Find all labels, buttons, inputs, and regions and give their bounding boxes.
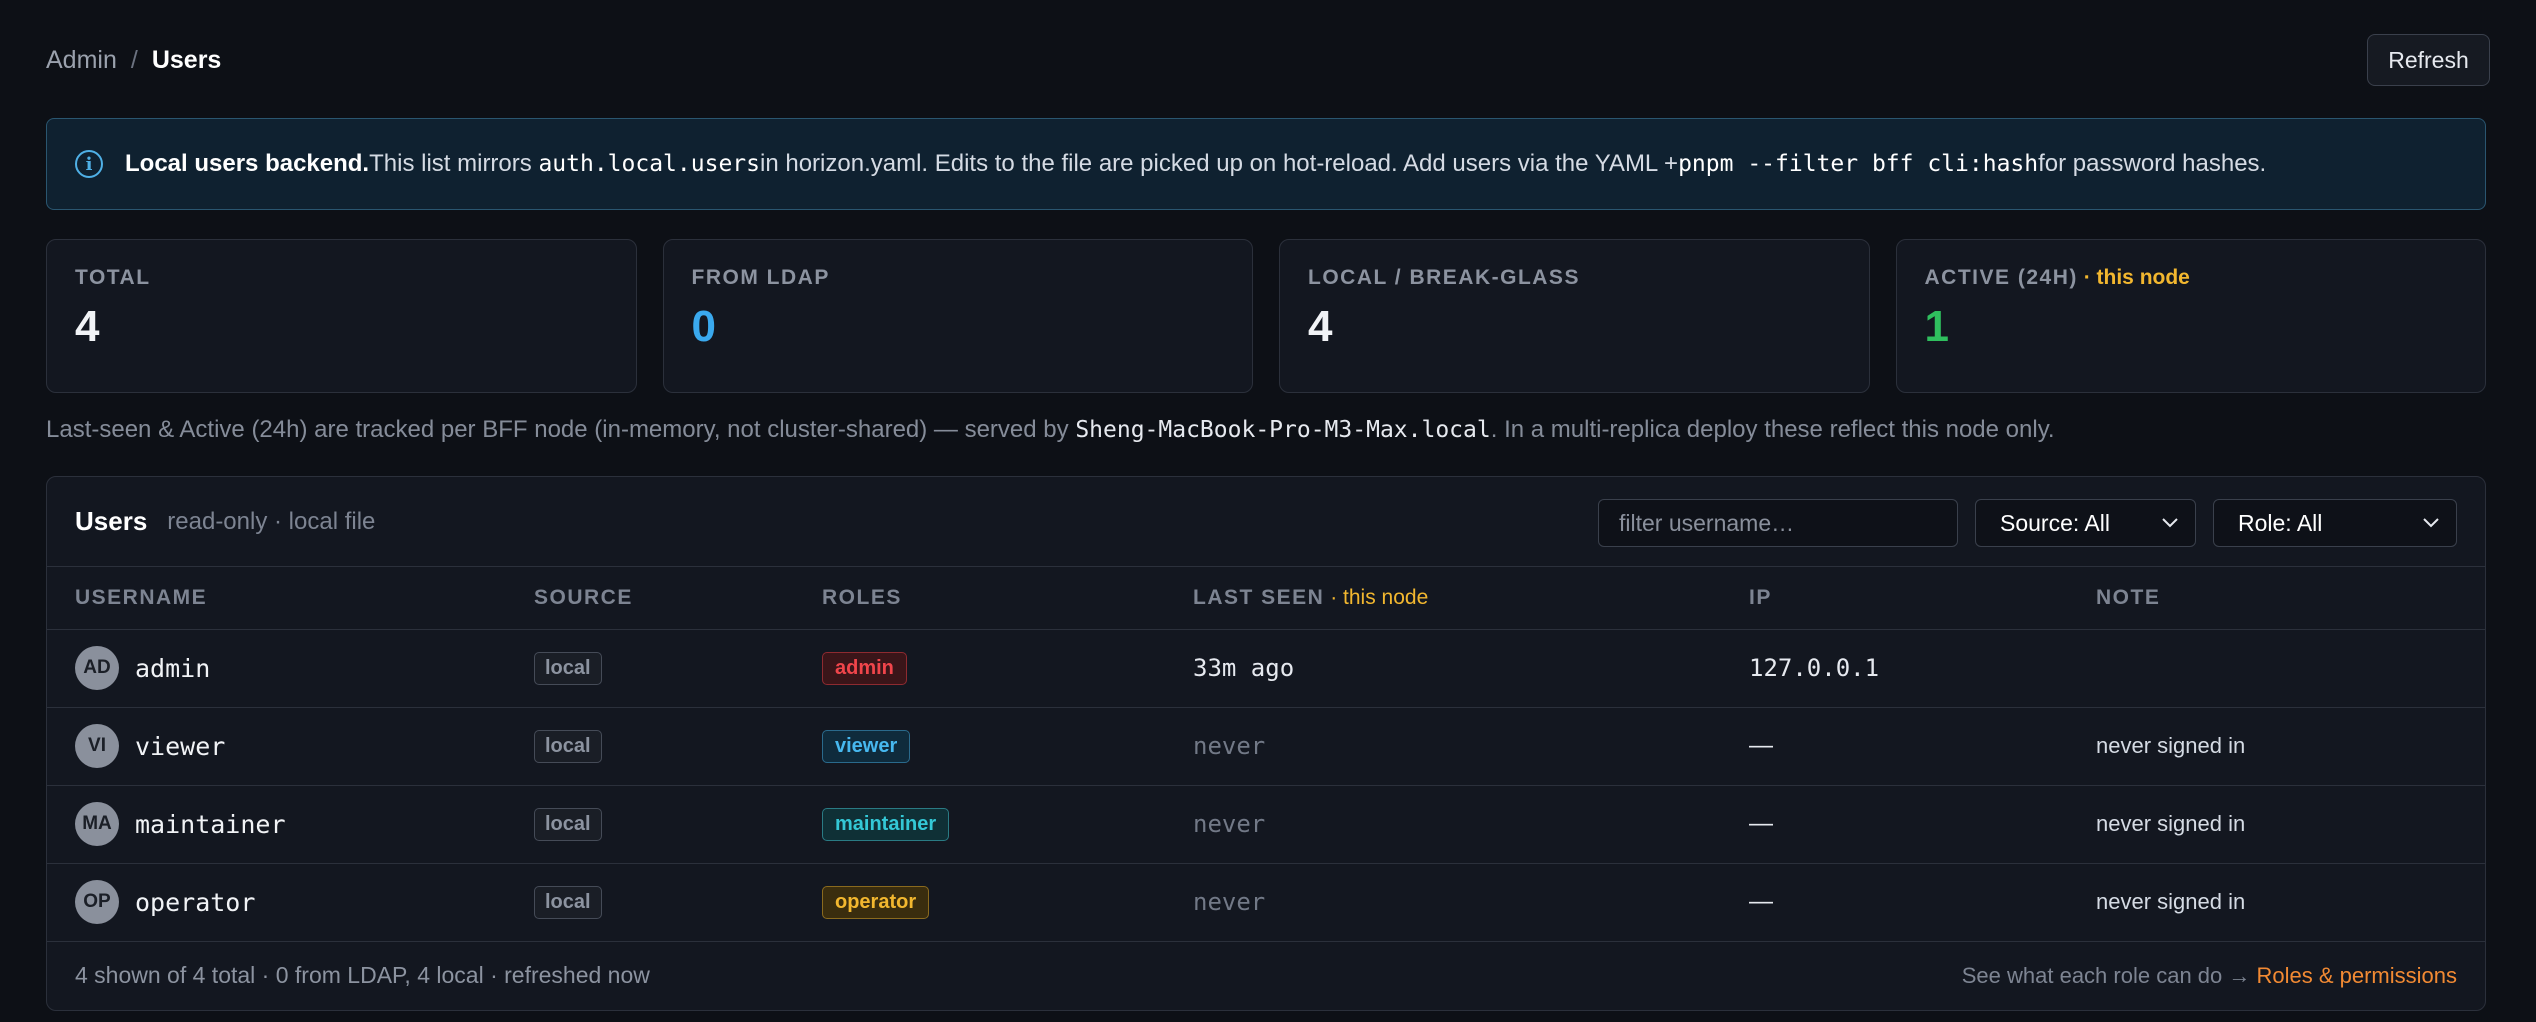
stat-value: 4: [75, 302, 100, 351]
row-note: never signed in: [2096, 811, 2246, 836]
avatar: MA: [75, 802, 119, 846]
col-last-seen: LAST SEEN · this node: [1193, 567, 1749, 630]
banner-code-1: auth.local.users: [538, 151, 760, 177]
roles-permissions-link[interactable]: Roles & permissions: [2256, 963, 2457, 988]
stat-label: LOCAL / BREAK-GLASS: [1308, 266, 1580, 289]
stat-cards: TOTAL 4 FROM LDAP 0 LOCAL / BREAK-GLASS …: [46, 239, 2486, 393]
col-note: NOTE: [2096, 567, 2485, 630]
username: admin: [135, 653, 211, 683]
stat-card-local: LOCAL / BREAK-GLASS 4: [1279, 239, 1870, 393]
source-badge: local: [534, 885, 602, 919]
info-banner: i Local users backend. This list mirrors …: [46, 118, 2486, 210]
source-select[interactable]: Source: All: [1975, 499, 2196, 547]
role-select[interactable]: Role: All: [2213, 499, 2457, 547]
users-panel: Users read-only · local file Source: All…: [46, 476, 2486, 1011]
note-host: Sheng-MacBook-Pro-M3-Max.local: [1075, 417, 1491, 443]
role-select-value: Role: All: [2238, 509, 2323, 536]
col-source: SOURCE: [534, 567, 822, 630]
table-row[interactable]: OP operator local operator never — never …: [47, 863, 2485, 942]
panel-subtitle: read-only · local file: [167, 507, 376, 535]
last-seen: 33m ago: [1193, 653, 1295, 682]
stat-value: 4: [1308, 302, 1333, 351]
last-seen: never: [1193, 887, 1266, 916]
col-username: USERNAME: [47, 567, 534, 630]
stat-card-ldap: FROM LDAP 0: [662, 239, 1253, 393]
table-row[interactable]: AD admin local admin 33m ago 127.0.0.1: [47, 629, 2485, 708]
username: viewer: [135, 731, 226, 761]
banner-text-3: for password hashes.: [2038, 150, 2267, 177]
role-badge: maintainer: [822, 807, 950, 841]
footer-hint: See what each role can do → Roles & perm…: [1962, 963, 2457, 989]
banner-title: Local users backend.: [125, 150, 370, 177]
source-badge: local: [534, 729, 602, 763]
panel-footer: 4 shown of 4 total · 0 from LDAP, 4 loca…: [47, 942, 2485, 1010]
col-last-seen-accent: · this node: [1324, 585, 1429, 609]
role-badge: admin: [822, 651, 907, 685]
username: operator: [135, 887, 256, 917]
role-badge: viewer: [822, 729, 911, 763]
last-seen: never: [1193, 731, 1266, 760]
page-header: Admin / Users Refresh: [46, 34, 2490, 86]
stat-card-active: ACTIVE (24H) · this node 1: [1895, 239, 2486, 393]
row-note: never signed in: [2096, 733, 2246, 758]
ip-address: —: [1749, 888, 1773, 915]
ip-address: —: [1749, 810, 1773, 837]
footer-summary: 4 shown of 4 total · 0 from LDAP, 4 loca…: [75, 962, 650, 988]
table-row[interactable]: MA maintainer local maintainer never — ne…: [47, 785, 2485, 864]
col-ip: IP: [1749, 567, 2096, 630]
breadcrumb-admin[interactable]: Admin: [46, 46, 117, 75]
users-table: USERNAME SOURCE ROLES LAST SEEN · this n…: [47, 567, 2485, 942]
filter-username-input[interactable]: [1598, 499, 1958, 547]
col-roles: ROLES: [822, 567, 1193, 630]
chevron-down-icon: [2423, 518, 2439, 528]
source-badge: local: [534, 807, 602, 841]
ip-address: 127.0.0.1: [1749, 653, 1880, 682]
banner-text-1: This list mirrors: [369, 150, 532, 177]
avatar: VI: [75, 724, 119, 768]
stat-card-total: TOTAL 4: [46, 239, 637, 393]
banner-code-2: pnpm --filter bff cli:hash: [1678, 151, 2039, 177]
stat-label-accent: · this node: [2077, 266, 2190, 289]
refresh-button[interactable]: Refresh: [2367, 34, 2490, 86]
row-note: never signed in: [2096, 889, 2246, 914]
role-badge: operator: [822, 885, 930, 919]
last-seen: never: [1193, 809, 1266, 838]
note-suffix: . In a multi-replica deploy these reflec…: [1490, 416, 2055, 443]
stat-value: 1: [1924, 302, 1949, 351]
chevron-down-icon: [2162, 518, 2178, 528]
col-last-seen-label: LAST SEEN: [1193, 585, 1325, 609]
stat-label: TOTAL: [75, 266, 151, 289]
table-header-row: USERNAME SOURCE ROLES LAST SEEN · this n…: [47, 567, 2485, 630]
source-select-value: Source: All: [2000, 509, 2110, 536]
info-icon: i: [75, 150, 103, 178]
stat-value: 0: [691, 302, 716, 351]
breadcrumb-separator: /: [130, 45, 138, 74]
stat-label: FROM LDAP: [691, 266, 830, 289]
panel-header: Users read-only · local file Source: All…: [47, 477, 2485, 567]
username: maintainer: [135, 809, 286, 839]
stat-label-text: ACTIVE (24H): [1924, 266, 2078, 289]
node-note: Last-seen & Active (24h) are tracked per…: [46, 416, 2055, 444]
source-badge: local: [534, 651, 602, 685]
table-row[interactable]: VI viewer local viewer never — never sign…: [47, 707, 2485, 786]
footer-hint-text: See what each role can do →: [1961, 962, 2257, 988]
stat-label: ACTIVE (24H) · this node: [1925, 266, 2458, 290]
banner-text-2: in horizon.yaml. Edits to the file are p…: [760, 150, 1679, 177]
breadcrumb-current: Users: [151, 45, 222, 74]
avatar: AD: [75, 646, 119, 690]
ip-address: —: [1749, 732, 1773, 759]
note-prefix: Last-seen & Active (24h) are tracked per…: [46, 416, 1076, 443]
panel-title: Users: [75, 506, 148, 536]
avatar: OP: [75, 880, 119, 924]
